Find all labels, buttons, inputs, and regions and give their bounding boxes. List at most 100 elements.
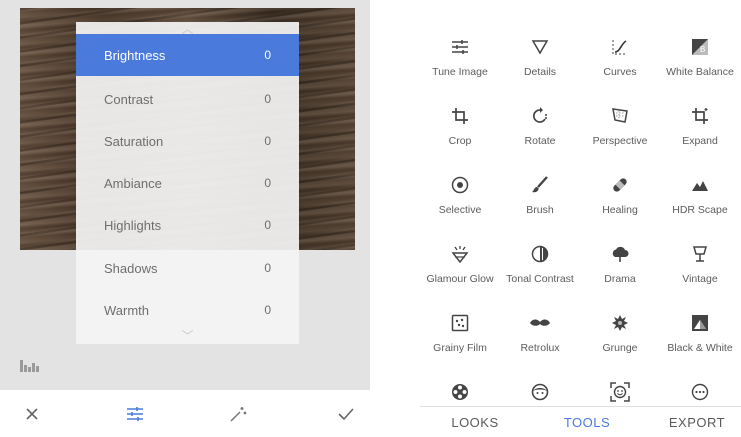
tab-tools[interactable]: TOOLS: [542, 407, 632, 437]
tool-label: Drama: [604, 273, 636, 285]
adjustment-value: 0: [264, 303, 271, 317]
tool-label: Crop: [448, 135, 472, 147]
tool-label: Details: [523, 66, 557, 78]
tool-crop[interactable]: Crop: [420, 103, 500, 147]
tool-face[interactable]: [500, 379, 580, 405]
tool-label: Grainy Film: [433, 342, 487, 354]
adjustment-label: Ambiance: [104, 175, 162, 191]
tab-export[interactable]: EXPORT: [652, 407, 741, 437]
svg-text:B: B: [700, 45, 705, 54]
tool-grunge[interactable]: Grunge: [580, 310, 660, 354]
auto-wand-icon[interactable]: [218, 390, 258, 437]
close-icon[interactable]: [12, 390, 52, 437]
tool-label: Selective: [438, 204, 482, 216]
tool-label: Expand: [682, 135, 718, 147]
perspective-icon: [580, 103, 660, 129]
expand-icon: [660, 103, 740, 129]
tool-rotate[interactable]: Rotate: [500, 103, 580, 147]
tool-label: Retrolux: [520, 342, 560, 354]
grainy-film-icon: [420, 310, 500, 336]
adjustment-row-shadows[interactable]: Shadows 0: [76, 247, 299, 289]
tool-drama[interactable]: Drama: [580, 241, 660, 285]
adjustment-value: 0: [264, 176, 271, 190]
vintage-icon: [660, 241, 740, 267]
film-reel-icon: [420, 379, 500, 405]
tool-vintage[interactable]: Vintage: [660, 241, 740, 285]
tool-curves[interactable]: Curves: [580, 34, 660, 78]
tool-black-white[interactable]: Black & White: [660, 310, 740, 354]
tool-retrolux[interactable]: Retrolux: [500, 310, 580, 354]
adjustment-label: Saturation: [104, 133, 164, 149]
more-dots-icon: [660, 379, 740, 405]
tool-white-balance[interactable]: B White Balance: [660, 34, 740, 78]
tune-image-icon: [420, 34, 500, 60]
adjustment-value: 0: [264, 92, 271, 106]
selective-icon: [420, 172, 500, 198]
tool-label: Curves: [603, 66, 637, 78]
adjustment-value: 0: [264, 134, 271, 148]
tool-label: Tonal Contrast: [506, 273, 574, 285]
tools-panel: Tune Image Details Curves B White Balanc…: [420, 0, 741, 437]
tool-more[interactable]: [660, 379, 740, 405]
bottom-tab-bar: LOOKS TOOLS EXPORT: [420, 406, 741, 437]
tool-grainy-film[interactable]: Grainy Film: [420, 310, 500, 354]
face-detect-icon: [580, 379, 660, 405]
adjustment-row-ambiance[interactable]: Ambiance 0: [76, 162, 299, 204]
adjustment-value: 0: [264, 218, 271, 232]
tool-label: Black & White: [667, 342, 733, 354]
crop-icon: [420, 103, 500, 129]
adjustment-menu: ︿ Brightness 0 Contrast 0 Saturation 0 A…: [76, 22, 299, 344]
tool-healing[interactable]: Healing: [580, 172, 660, 216]
tool-tonal-contrast[interactable]: Tonal Contrast: [500, 241, 580, 285]
adjustment-label: Highlights: [104, 217, 162, 233]
editor-panel: ︿ Brightness 0 Contrast 0 Saturation 0 A…: [0, 0, 370, 437]
adjustment-row-highlights[interactable]: Highlights 0: [76, 204, 299, 246]
tool-brush[interactable]: Brush: [500, 172, 580, 216]
curves-icon: [580, 34, 660, 60]
chevron-down-icon[interactable]: ﹀: [76, 330, 299, 342]
tool-film-reel[interactable]: [420, 379, 500, 405]
tool-face-detect[interactable]: [580, 379, 660, 405]
hdr-scape-icon: [660, 172, 740, 198]
drama-icon: [580, 241, 660, 267]
tool-label: Rotate: [524, 135, 556, 147]
tool-selective[interactable]: Selective: [420, 172, 500, 216]
tool-tune-image[interactable]: Tune Image: [420, 34, 500, 78]
brush-icon: [500, 172, 580, 198]
tool-label: Glamour Glow: [426, 273, 494, 285]
adjustment-row-saturation[interactable]: Saturation 0: [76, 120, 299, 162]
tool-details[interactable]: Details: [500, 34, 580, 78]
editor-bottom-bar: [0, 390, 370, 437]
adjustment-row-contrast[interactable]: Contrast 0: [76, 78, 299, 120]
tool-label: Vintage: [682, 273, 718, 285]
tool-label: Tune Image: [432, 66, 488, 78]
adjustment-row-warmth[interactable]: Warmth 0: [76, 289, 299, 331]
tool-label: White Balance: [666, 66, 734, 78]
tonal-contrast-icon: [500, 241, 580, 267]
tune-sliders-icon[interactable]: [115, 390, 155, 437]
healing-icon: [580, 172, 660, 198]
black-white-icon: [660, 310, 740, 336]
tab-looks[interactable]: LOOKS: [430, 407, 520, 437]
adjustment-label: Shadows: [104, 260, 158, 276]
tool-label: Brush: [526, 204, 554, 216]
tool-label: Perspective: [592, 135, 648, 147]
glamour-glow-icon: [420, 241, 500, 267]
tool-hdr-scape[interactable]: HDR Scape: [660, 172, 740, 216]
tool-glamour-glow[interactable]: Glamour Glow: [420, 241, 500, 285]
tool-perspective[interactable]: Perspective: [580, 103, 660, 147]
rotate-icon: [500, 103, 580, 129]
apply-check-icon[interactable]: [326, 390, 366, 437]
tool-label: HDR Scape: [672, 204, 728, 216]
face-icon: [500, 379, 580, 405]
retrolux-icon: [500, 310, 580, 336]
adjustment-label: Brightness: [104, 47, 166, 63]
histogram-icon[interactable]: [20, 358, 40, 372]
adjustment-label: Warmth: [104, 302, 150, 318]
adjustment-value: 0: [264, 48, 271, 62]
details-icon: [500, 34, 580, 60]
adjustment-row-brightness[interactable]: Brightness 0: [76, 34, 299, 76]
tool-label: Grunge: [602, 342, 638, 354]
tool-expand[interactable]: Expand: [660, 103, 740, 147]
adjustment-value: 0: [264, 261, 271, 275]
